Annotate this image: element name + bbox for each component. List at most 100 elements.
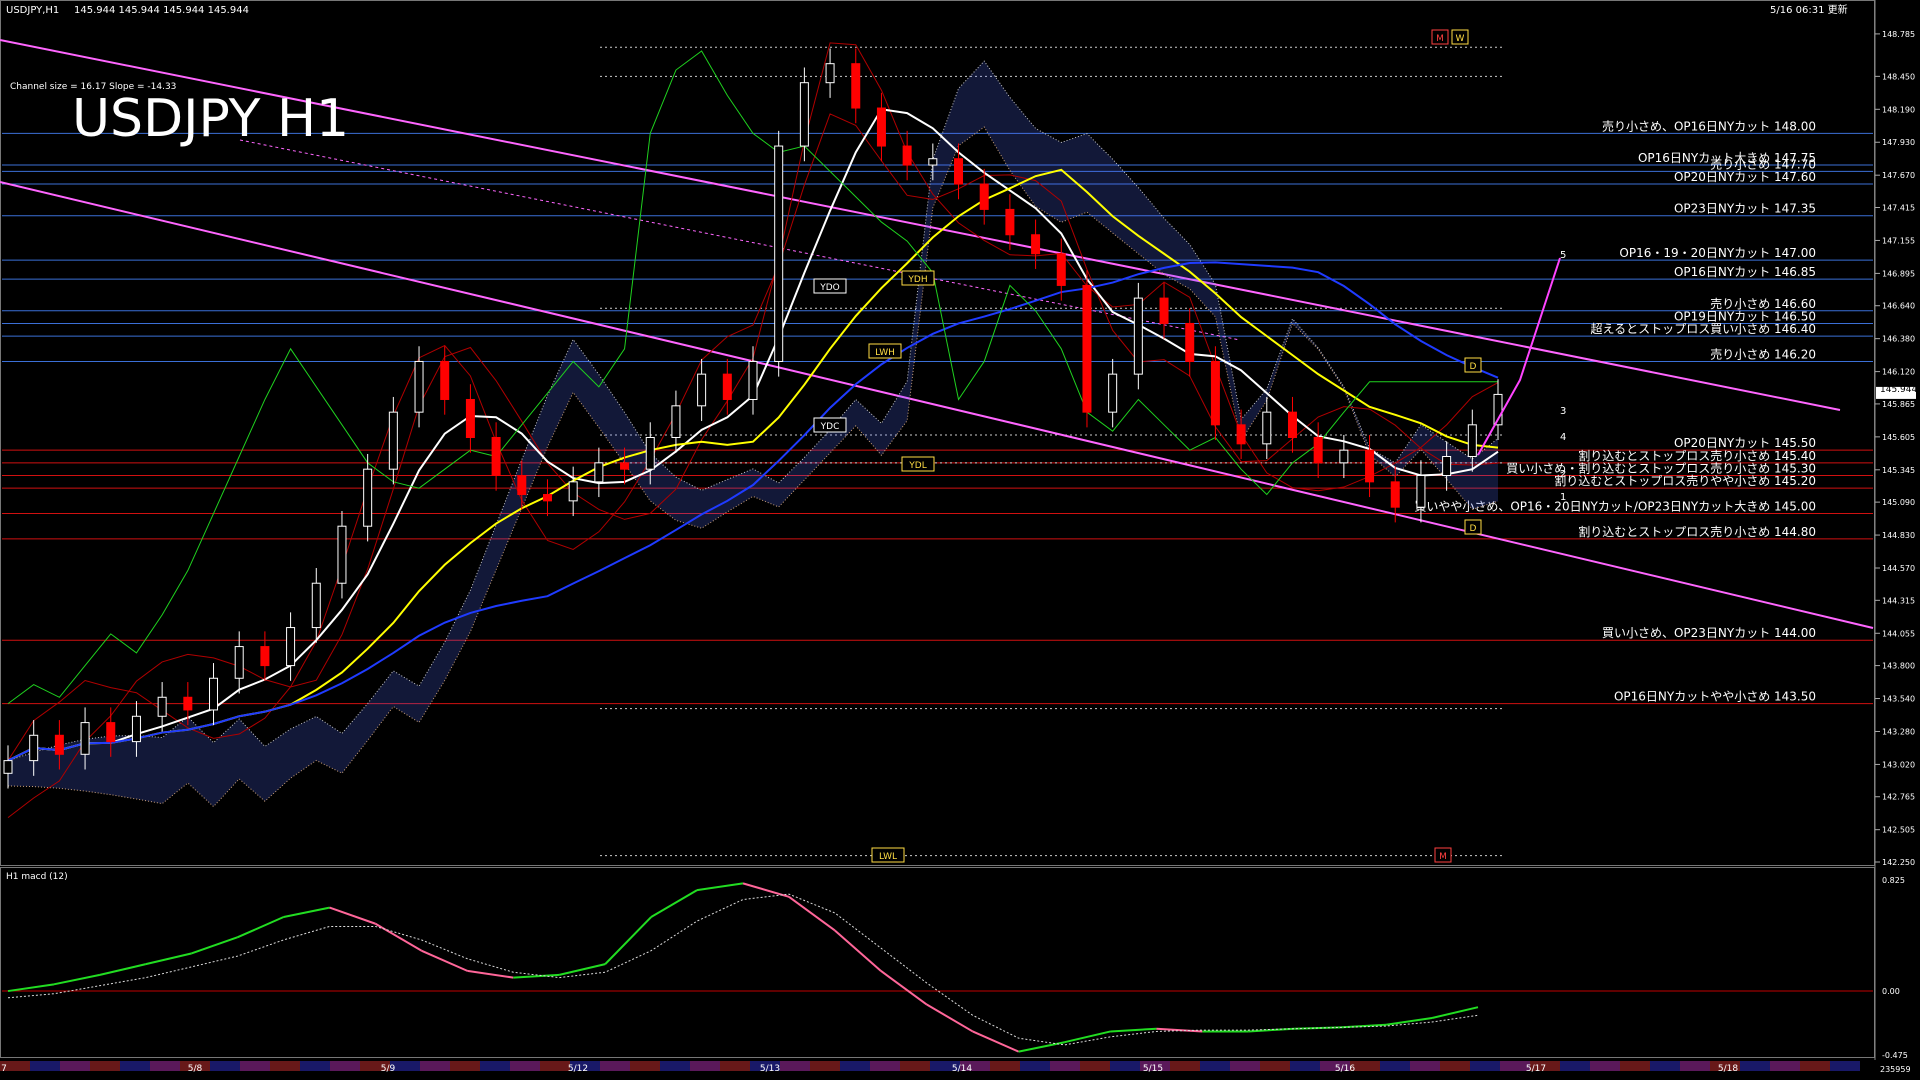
y-tick-label: 147.670 bbox=[1882, 171, 1915, 180]
y-tick-label: 144.055 bbox=[1882, 629, 1915, 638]
candle-body bbox=[1339, 449, 1349, 464]
candle-body bbox=[620, 462, 630, 470]
candle-body bbox=[876, 107, 886, 147]
session-band bbox=[810, 1061, 840, 1071]
candles bbox=[3, 48, 1503, 789]
session-band bbox=[300, 1061, 330, 1071]
session-band bbox=[1680, 1061, 1710, 1071]
candle-body bbox=[1236, 424, 1246, 445]
candle-body bbox=[3, 760, 13, 774]
macd-main-seg bbox=[559, 963, 606, 976]
candle-body bbox=[568, 481, 578, 502]
y-tick-label: 144.570 bbox=[1882, 564, 1915, 573]
candle-body bbox=[1467, 424, 1477, 458]
candle-body bbox=[774, 145, 784, 362]
channel-lower bbox=[0, 181, 1874, 629]
session-band bbox=[690, 1061, 720, 1071]
marker-label: D bbox=[1470, 524, 1477, 534]
price-axis: 148.785 148.450 148.190 147.930 147.670 147.4… bbox=[1875, 30, 1915, 867]
macd-tick-label: 0.825 bbox=[1882, 876, 1905, 885]
session-band bbox=[1590, 1061, 1620, 1071]
level-label: OP16日NYカットやや小さめ 143.50 bbox=[1614, 690, 1816, 704]
session-band bbox=[240, 1061, 270, 1071]
y-tick-label: 145.345 bbox=[1882, 466, 1915, 475]
candle-body bbox=[106, 722, 116, 743]
macd-main-seg bbox=[99, 963, 147, 976]
big-title: USDJPY H1 bbox=[72, 89, 349, 149]
candle-body bbox=[465, 398, 475, 438]
y-tick-label: 147.930 bbox=[1882, 138, 1915, 147]
macd-main-seg bbox=[834, 929, 882, 972]
session-band bbox=[660, 1061, 690, 1071]
indicator-lines bbox=[7, 42, 1499, 819]
candle-body bbox=[491, 436, 501, 477]
macd-main-seg bbox=[329, 906, 376, 925]
candle-body bbox=[1185, 322, 1195, 362]
candle-body bbox=[851, 63, 861, 109]
candle-body bbox=[440, 360, 450, 400]
level-label: 割り込むとストップロス売りやや小さめ 145.20 bbox=[1554, 473, 1816, 488]
candle-body bbox=[542, 494, 552, 502]
y-tick-label: 145.605 bbox=[1882, 433, 1915, 442]
candle-body bbox=[80, 722, 90, 755]
y-tick-label: 147.155 bbox=[1882, 236, 1915, 245]
session-band bbox=[840, 1061, 870, 1071]
y-tick-label: 148.190 bbox=[1882, 105, 1915, 114]
x-tick-label: 5/16 bbox=[1335, 1064, 1355, 1074]
macd-signal-line bbox=[7, 893, 1479, 1046]
candle-body bbox=[286, 627, 296, 667]
level-label: 売り小さめ、OP16日NYカット 148.00 bbox=[1602, 118, 1816, 133]
session-band bbox=[60, 1061, 90, 1071]
marker-label: YDC bbox=[820, 422, 840, 432]
session-band bbox=[1440, 1061, 1470, 1071]
macd-main-seg bbox=[1340, 1023, 1387, 1029]
y-tick-label: 146.120 bbox=[1882, 368, 1915, 377]
candle-body bbox=[1159, 297, 1169, 324]
session-band bbox=[1110, 1061, 1140, 1071]
y-tick-label: 148.785 bbox=[1882, 30, 1915, 39]
session-band bbox=[1290, 1061, 1320, 1071]
y-tick-label: 144.830 bbox=[1882, 531, 1915, 540]
session-band bbox=[1230, 1061, 1260, 1071]
candle-body bbox=[1210, 360, 1220, 426]
y-tick-label: 142.765 bbox=[1882, 793, 1915, 802]
candle-body bbox=[748, 360, 758, 400]
candle-body bbox=[645, 436, 655, 470]
level-label: OP16・19・20日NYカット 147.00 bbox=[1619, 246, 1816, 260]
candle-body bbox=[594, 462, 604, 483]
session-band bbox=[90, 1061, 120, 1071]
y-tick-label: 143.020 bbox=[1882, 760, 1915, 769]
session-band bbox=[1470, 1061, 1500, 1071]
macd-main-seg bbox=[696, 882, 744, 892]
candle-body bbox=[928, 158, 938, 166]
level-label: OP20日NYカット 147.60 bbox=[1674, 170, 1816, 184]
marker-label: M bbox=[1439, 852, 1447, 862]
session-band bbox=[870, 1061, 900, 1071]
candle-body bbox=[234, 646, 244, 679]
corner-tick: 235959 bbox=[1880, 1065, 1911, 1074]
macd-main-seg bbox=[788, 896, 836, 932]
candle-body bbox=[1365, 449, 1375, 483]
x-tick-label: 5/15 bbox=[1143, 1064, 1163, 1074]
candle-body bbox=[1108, 373, 1118, 413]
marker-label: YDO bbox=[819, 283, 840, 293]
session-band bbox=[150, 1061, 180, 1071]
session-band bbox=[1650, 1061, 1680, 1071]
y-tick-label: 143.540 bbox=[1882, 695, 1915, 704]
x-tick-label: 5/13 bbox=[760, 1064, 780, 1074]
candle-body bbox=[1442, 456, 1452, 477]
x-tick-label: 5/17 bbox=[1526, 1064, 1546, 1074]
session-band bbox=[630, 1061, 660, 1071]
candle-body bbox=[697, 373, 707, 407]
y-tick-label: 142.250 bbox=[1882, 858, 1915, 867]
y-tick-label: 148.450 bbox=[1882, 72, 1915, 81]
macd-main-seg bbox=[237, 916, 285, 939]
projection-label: 5 bbox=[1560, 250, 1566, 261]
session-band bbox=[420, 1061, 450, 1071]
session-band bbox=[1020, 1061, 1050, 1071]
session-band bbox=[1260, 1061, 1290, 1071]
session-band bbox=[210, 1061, 240, 1071]
marker-label: LWH bbox=[875, 348, 895, 358]
header-datetime: 5/16 06:31 更新 bbox=[1770, 3, 1848, 16]
candle-body bbox=[414, 360, 424, 413]
